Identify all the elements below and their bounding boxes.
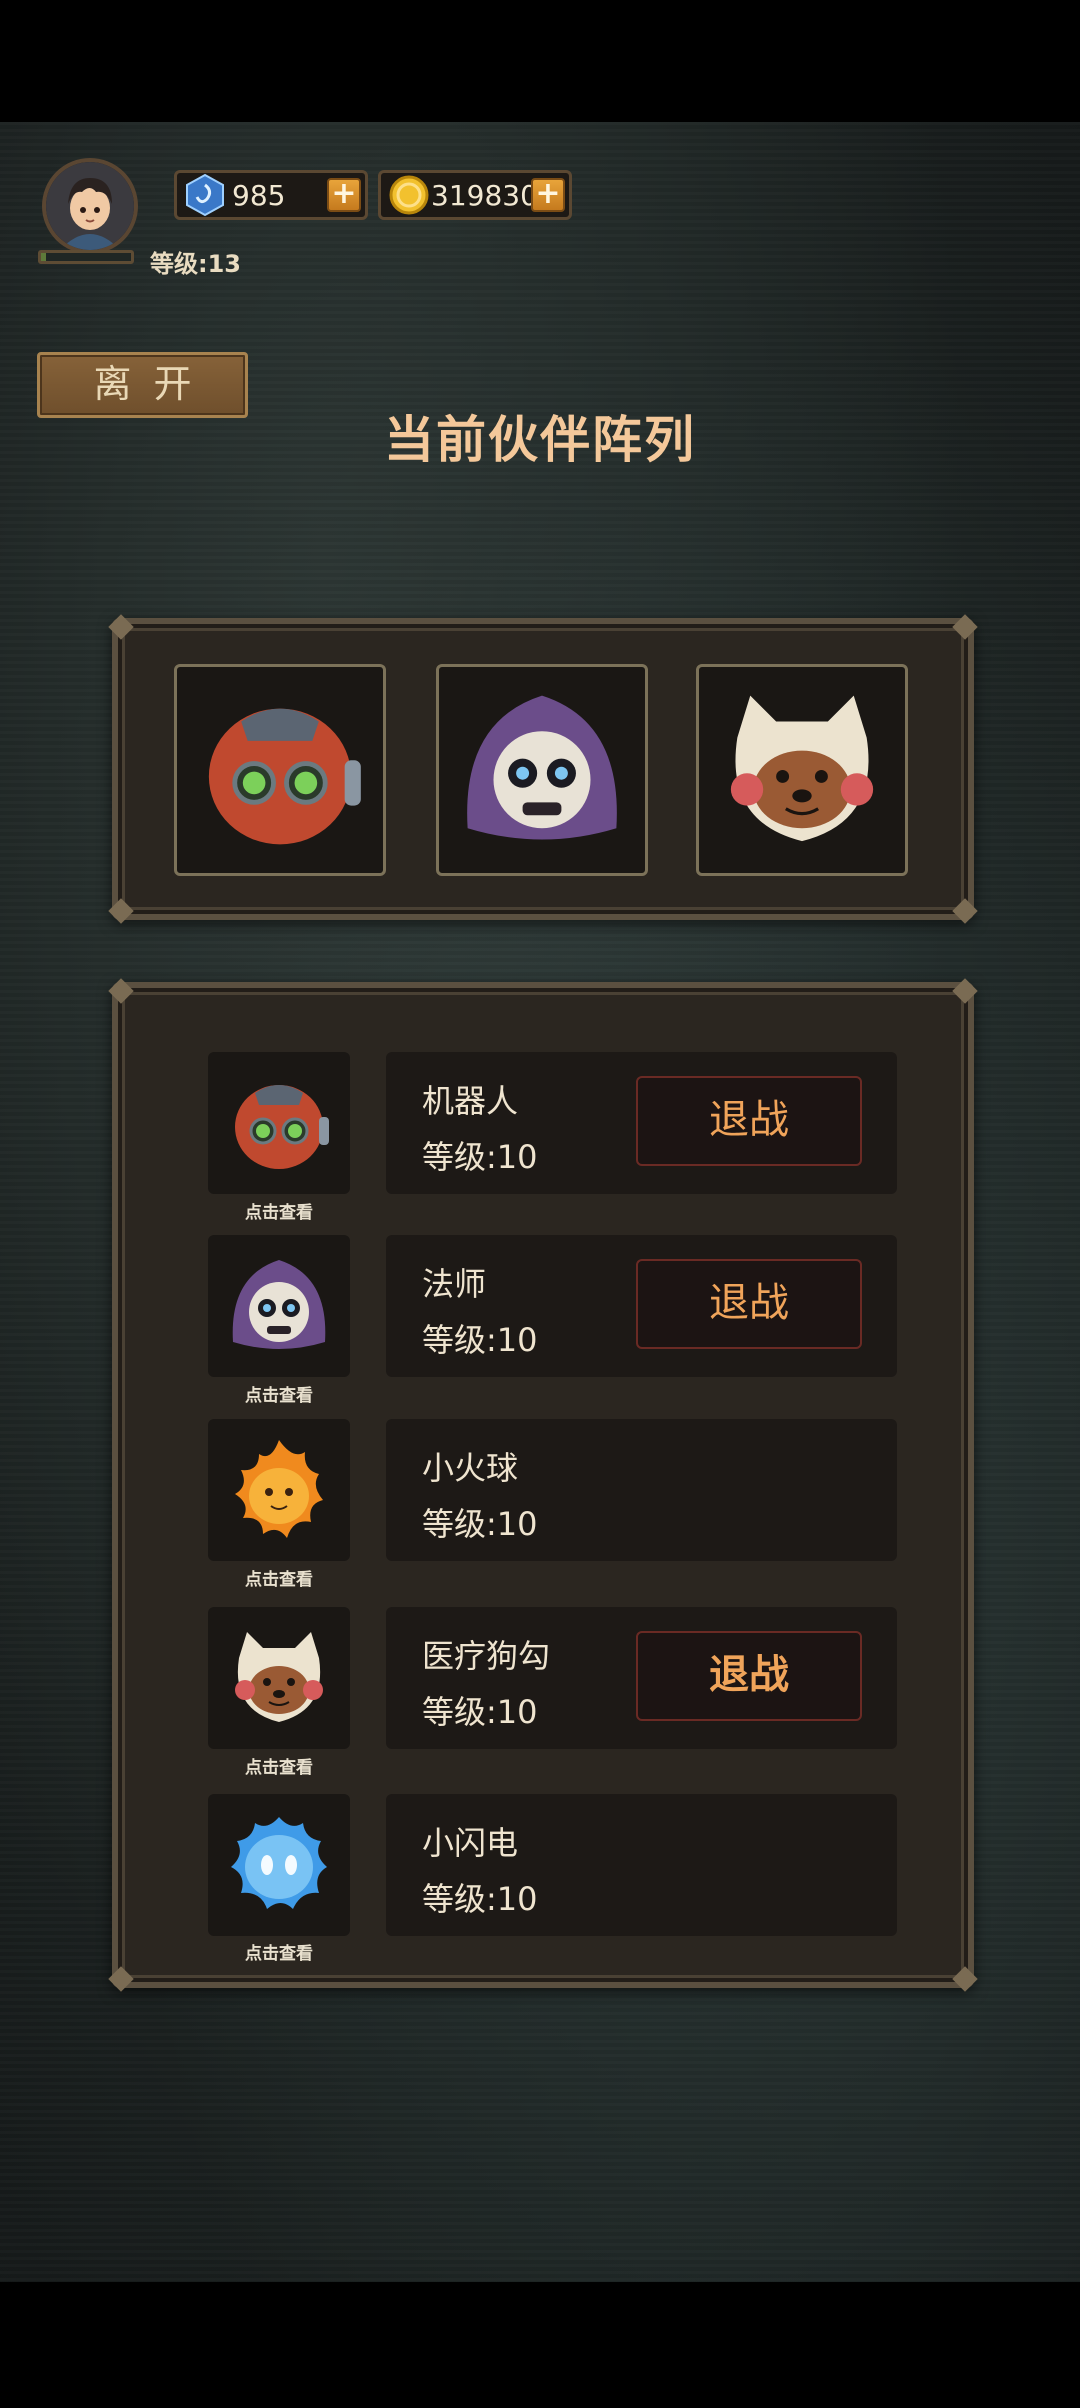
add-gold-button[interactable]: + [531,178,565,212]
partner-name: 机器人 [422,1082,519,1120]
lineup-slot-3[interactable] [696,664,908,876]
retire-button[interactable]: 退战 [636,1259,862,1349]
retire-button[interactable]: 退战 [636,1631,862,1721]
partner-level: 等级:10 [422,1505,538,1543]
roster-row-lightning: 小闪电 等级:10 [386,1794,897,1936]
gold-counter: 319830 + [378,170,572,220]
dog-icon [235,1632,323,1722]
partner-name: 小闪电 [422,1824,519,1862]
roster-row-dog: 医疗狗勾 等级:10 退战 [386,1607,897,1749]
skull-mage-icon [232,1260,326,1349]
roster-row-mage: 法师 等级:10 退战 [386,1235,897,1377]
partner-name: 小火球 [422,1449,519,1487]
lineup-slot-2[interactable] [436,664,648,876]
partner-level: 等级:10 [422,1321,538,1359]
retire-button[interactable]: 退战 [636,1076,862,1166]
view-details-link[interactable]: 点击查看 [208,1198,350,1223]
roster-thumb-dog[interactable] [208,1607,350,1749]
player-avatar[interactable] [42,158,138,254]
roster-thumb-fireball[interactable] [208,1419,350,1561]
add-gems-button[interactable]: + [327,178,361,212]
gold-coin-icon [389,175,429,215]
view-details-link[interactable]: 点击查看 [208,1565,350,1590]
player-level: 等级:13 [150,250,241,278]
gem-amount: 985 [232,179,286,212]
view-details-link[interactable]: 点击查看 [208,1381,350,1406]
page-title: 当前伙伴阵列 [384,411,696,469]
gold-amount: 319830 [431,179,538,212]
robot-icon [235,1085,329,1169]
robot-icon [208,708,361,845]
gem-counter: 985 + [174,170,368,220]
roster-thumb-lightning[interactable] [208,1794,350,1936]
dog-icon [730,695,874,842]
roster-thumb-robot[interactable] [208,1052,350,1194]
partner-roster-panel: 点击查看 机器人 等级:10 退战 点击查看 法师 等级:10 退战 点击查看 … [108,978,978,1992]
partner-name: 医疗狗勾 [422,1637,551,1675]
player-portrait-icon [46,162,134,250]
view-details-link[interactable]: 点击查看 [208,1939,350,1964]
lineup-slot-1[interactable] [174,664,386,876]
experience-bar-fill [41,253,46,261]
gem-icon [186,173,224,217]
roster-thumb-mage[interactable] [208,1235,350,1377]
partner-name: 法师 [422,1265,487,1303]
partner-level: 等级:10 [422,1693,538,1731]
current-lineup-panel [108,614,978,924]
partner-level: 等级:10 [422,1138,538,1176]
lightning-icon [231,1817,327,1909]
view-details-link[interactable]: 点击查看 [208,1753,350,1778]
partner-level: 等级:10 [422,1880,538,1918]
roster-row-fireball: 小火球 等级:10 [386,1419,897,1561]
experience-bar [38,250,134,264]
skull-mage-icon [467,695,617,840]
fireball-icon [235,1440,323,1538]
roster-row-robot: 机器人 等级:10 退战 [386,1052,897,1194]
